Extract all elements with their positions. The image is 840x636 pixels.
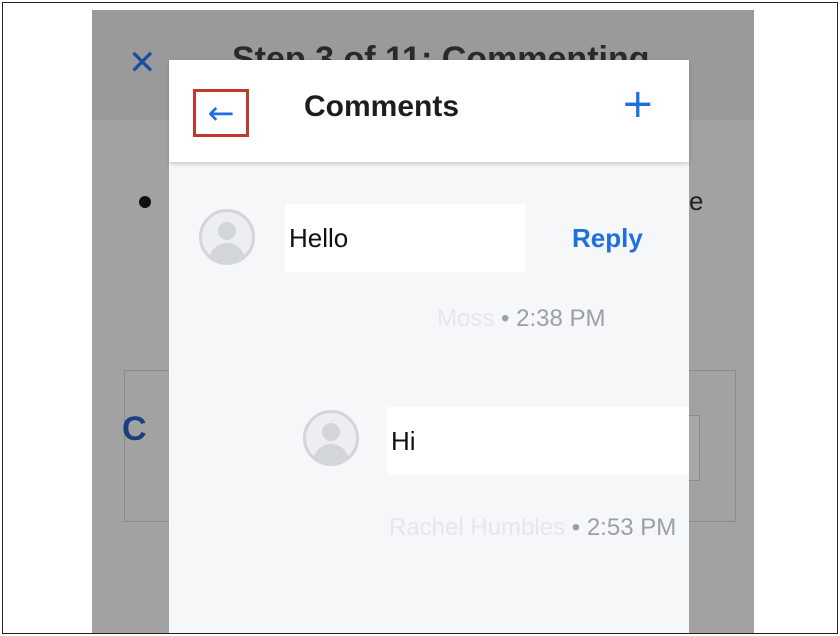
comments-header: ← Comments + <box>169 60 689 162</box>
background-edge-text: e <box>689 186 704 216</box>
comment-time: 2:53 PM <box>586 514 677 541</box>
comment-meta: Moss • 2:38 PM <box>437 305 605 333</box>
back-button[interactable]: ← <box>193 89 249 137</box>
bullet-icon <box>139 196 151 208</box>
close-icon[interactable]: ✕ <box>128 46 157 80</box>
add-comment-button[interactable]: + <box>621 84 655 124</box>
comment-author: Moss <box>437 305 495 332</box>
background-box-letter: C <box>122 410 147 448</box>
comments-title: Comments <box>304 90 460 123</box>
comment-text: Hello <box>289 222 349 253</box>
comment-bubble: Hello <box>285 204 525 272</box>
avatar-icon <box>303 410 359 466</box>
back-arrow-icon: ← <box>207 94 235 132</box>
comment-text: Hi <box>391 425 416 456</box>
meta-separator: • <box>501 305 510 332</box>
comment-author: Rachel Humbles <box>389 514 566 541</box>
meta-separator: • <box>571 514 581 541</box>
screenshot-frame: ✕ Step 3 of 11: Commenting e C ← Comment… <box>2 2 838 634</box>
reply-button[interactable]: Reply <box>572 223 643 254</box>
avatar-icon <box>199 209 255 265</box>
comment-meta: Rachel Humbles • 2:53 PM <box>389 514 676 542</box>
comments-panel: ← Comments + Hello Reply Moss • 2:38 PM … <box>169 60 689 633</box>
comment-time: 2:38 PM <box>516 305 606 332</box>
comment-bubble: Hi <box>387 407 689 475</box>
